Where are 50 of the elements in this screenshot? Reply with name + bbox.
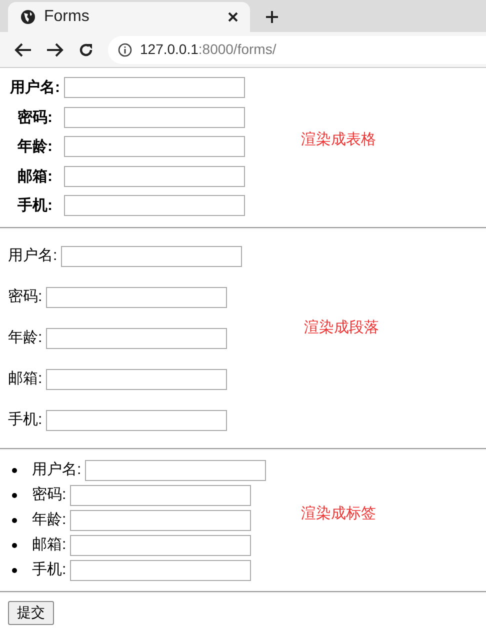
field-label: 密码:	[32, 484, 66, 505]
field-label: 手机:	[32, 560, 66, 580]
field-label: 密码:	[8, 286, 42, 307]
field-label: 邮箱:	[32, 534, 66, 555]
reload-icon[interactable]	[78, 42, 94, 58]
input-field[interactable]	[61, 246, 242, 266]
bullet-icon	[12, 492, 17, 498]
close-icon[interactable]	[228, 12, 238, 22]
note-text: 渲染成表格	[301, 130, 376, 150]
field-label: 手机:	[16, 196, 54, 216]
bullet-icon	[12, 568, 17, 572]
note-text: 渲染成标签	[301, 504, 376, 524]
browser-tab[interactable]: Forms	[8, 2, 250, 32]
input-field[interactable]	[70, 510, 252, 530]
field-label: 手机:	[8, 410, 42, 430]
input-field[interactable]	[64, 136, 245, 157]
field-label: 年龄:	[32, 510, 66, 530]
input-field[interactable]	[85, 460, 266, 480]
field-label: 用户名:	[32, 460, 82, 480]
bullet-icon	[12, 468, 17, 472]
bullet-icon	[12, 518, 17, 522]
address-bar[interactable]: 127.0.0.1:8000/forms/	[108, 36, 486, 64]
input-field[interactable]	[46, 328, 228, 348]
new-tab-icon[interactable]	[266, 11, 278, 23]
note-text: 渲染成段落	[304, 318, 380, 338]
input-field[interactable]	[64, 77, 245, 98]
input-field[interactable]	[46, 368, 228, 390]
submit-button[interactable]: 提交	[8, 600, 54, 624]
field-label: 年龄:	[16, 137, 54, 157]
field-label: 年龄:	[8, 328, 42, 348]
url-text: 127.0.0.1:8000/forms/	[140, 40, 276, 59]
field-label: 用户名:	[8, 246, 58, 266]
back-arrow-icon[interactable]	[14, 42, 32, 58]
input-field[interactable]	[46, 410, 228, 430]
globe-icon	[20, 9, 36, 25]
input-field[interactable]	[64, 106, 245, 128]
input-field[interactable]	[46, 286, 228, 308]
input-field[interactable]	[70, 484, 252, 506]
input-field[interactable]	[70, 534, 252, 556]
bullet-icon	[12, 542, 17, 548]
input-field[interactable]	[70, 560, 252, 580]
field-label: 邮箱:	[8, 368, 42, 389]
info-icon	[118, 42, 132, 56]
forward-arrow-icon[interactable]	[46, 42, 64, 58]
tab-title: Forms	[44, 7, 90, 27]
field-label: 用户名:	[10, 78, 60, 98]
field-label: 邮箱:	[16, 166, 54, 186]
field-label: 密码:	[16, 108, 54, 128]
input-field[interactable]	[64, 166, 245, 186]
input-field[interactable]	[64, 195, 245, 216]
